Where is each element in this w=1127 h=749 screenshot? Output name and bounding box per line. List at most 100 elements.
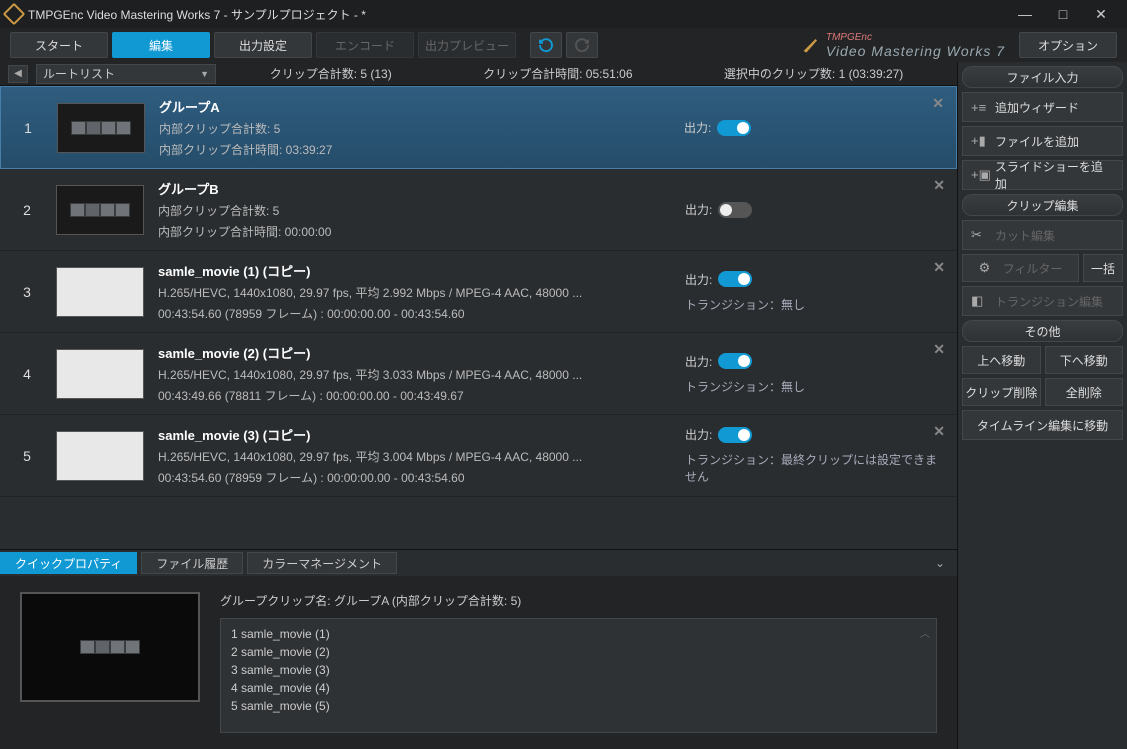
all-delete-button[interactable]: 全削除 (1045, 378, 1124, 406)
encode-tab: エンコード (316, 32, 414, 58)
section-clip-edit: クリップ編集 (962, 194, 1123, 216)
clip-list: 1グループA内部クリップ合計数: 5内部クリップ合計時間: 03:39:27出力… (0, 86, 957, 549)
brand-sub: TMPGEnc (826, 32, 1005, 43)
output-label: 出力: (685, 353, 712, 370)
clip-meta-1: H.265/HEVC, 1440x1080, 29.97 fps, 平均 3.0… (158, 366, 685, 383)
output-toggle[interactable] (718, 353, 752, 369)
output-toggle[interactable] (718, 427, 752, 443)
scroll-up-icon[interactable]: ︿ (920, 625, 930, 640)
output-label: 出力: (684, 119, 711, 136)
transition-edit-button: ◧トランジション編集 (962, 286, 1123, 316)
clip-meta-1: 内部クリップ合計数: 5 (158, 202, 685, 219)
section-other: その他 (962, 320, 1123, 342)
timeline-edit-button[interactable]: タイムライン編集に移動 (962, 410, 1123, 440)
detail-line: 1 samle_movie (1) (231, 625, 926, 643)
output-tab[interactable]: 出力設定 (214, 32, 312, 58)
move-up-button[interactable]: 上へ移動 (962, 346, 1041, 374)
section-file-input: ファイル入力 (962, 66, 1123, 88)
group-name-label: グループクリップ名: グループA (内部クリップ合計数: 5) (220, 592, 937, 610)
preview-thumbnail (20, 592, 200, 702)
details-box: ︿ 1 samle_movie (1)2 samle_movie (2)3 sa… (220, 618, 937, 733)
list-dropdown[interactable]: ルートリスト (36, 64, 216, 84)
selected-count: 選択中のクリップ数: 1 (03:39:27) (724, 65, 903, 82)
clip-row[interactable]: 4 samle_movie (2) (コピー) H.265/HEVC, 1440x1… (0, 333, 957, 415)
remove-clip-icon[interactable]: ✕ (932, 95, 944, 112)
batch-button[interactable]: 一括 (1083, 254, 1123, 282)
clip-meta-1: H.265/HEVC, 1440x1080, 29.97 fps, 平均 3.0… (158, 448, 685, 465)
clip-title: samle_movie (2) (コピー) (158, 343, 685, 362)
brand-name: Video Mastering Works 7 (826, 43, 1005, 59)
add-slideshow-button[interactable]: +▣スライドショーを追加 (962, 160, 1123, 190)
detail-line: 3 samle_movie (3) (231, 661, 926, 679)
output-toggle[interactable] (718, 271, 752, 287)
brand-icon (802, 36, 820, 54)
clip-title: samle_movie (3) (コピー) (158, 425, 685, 444)
remove-clip-icon[interactable]: ✕ (933, 259, 945, 276)
clip-count: クリップ合計数: 5 (13) (270, 65, 392, 82)
close-button[interactable]: ✕ (1091, 4, 1111, 24)
slideshow-icon: +▣ (971, 167, 991, 183)
preview-tab: 出力プレビュー (418, 32, 516, 58)
clip-title: グループB (158, 179, 685, 198)
tab-quick-property[interactable]: クイックプロパティ (0, 552, 137, 574)
add-file-button[interactable]: +▮ファイルを追加 (962, 126, 1123, 156)
clip-number: 4 (12, 366, 42, 382)
clip-meta-2: 00:43:49.66 (78811 フレーム) : 00:00:00.00 -… (158, 387, 685, 404)
group-thumbnail (56, 185, 144, 235)
tab-color-mgmt[interactable]: カラーマネージメント (247, 552, 397, 574)
filter-button: ⚙フィルター (962, 254, 1079, 282)
add-file-icon: +▮ (971, 133, 991, 149)
output-toggle[interactable] (717, 120, 751, 136)
transition-icon: ◧ (971, 293, 991, 309)
maximize-button[interactable]: □ (1053, 4, 1073, 24)
clip-number: 1 (13, 120, 43, 136)
wizard-icon: +≡ (971, 100, 991, 115)
clip-title: グループA (159, 97, 684, 116)
sidebar: ファイル入力 +≡追加ウィザード +▮ファイルを追加 +▣スライドショーを追加 … (957, 62, 1127, 749)
undo-button[interactable] (530, 32, 562, 58)
move-down-button[interactable]: 下へ移動 (1045, 346, 1124, 374)
stats-bar: ◀ ルートリスト クリップ合計数: 5 (13) クリップ合計時間: 05:51… (0, 62, 957, 86)
clip-number: 5 (12, 448, 42, 464)
remove-clip-icon[interactable]: ✕ (933, 341, 945, 358)
remove-clip-icon[interactable]: ✕ (933, 423, 945, 440)
transition-label: トランジション：最終クリップには設定できません (685, 451, 945, 485)
clip-delete-button[interactable]: クリップ削除 (962, 378, 1041, 406)
clip-thumbnail (56, 267, 144, 317)
output-label: 出力: (685, 271, 712, 288)
transition-label: トランジション：無し (685, 296, 805, 313)
gear-icon: ⚙ (979, 260, 999, 276)
clip-thumbnail (56, 431, 144, 481)
options-button[interactable]: オプション (1019, 32, 1117, 58)
cut-edit-button: ✂カット編集 (962, 220, 1123, 250)
clip-number: 2 (12, 202, 42, 218)
minimize-button[interactable]: — (1015, 4, 1035, 24)
clip-number: 3 (12, 284, 42, 300)
output-label: 出力: (685, 426, 712, 443)
clip-meta-2: 00:43:54.60 (78959 フレーム) : 00:00:00.00 -… (158, 305, 685, 322)
clip-row[interactable]: 3samle_movie (1) (コピー)H.265/HEVC, 1440x1… (0, 251, 957, 333)
add-wizard-button[interactable]: +≡追加ウィザード (962, 92, 1123, 122)
brand-logo: TMPGEnc Video Mastering Works 7 (802, 32, 1005, 59)
remove-clip-icon[interactable]: ✕ (933, 177, 945, 194)
clip-meta-2: 内部クリップ合計時間: 03:39:27 (159, 141, 684, 158)
bottom-panel: クイックプロパティ ファイル履歴 カラーマネージメント ⌄ グループクリップ名:… (0, 549, 957, 749)
panel-collapse-icon[interactable]: ⌄ (935, 556, 945, 570)
tab-file-history[interactable]: ファイル履歴 (141, 552, 243, 574)
group-thumbnail (57, 103, 145, 153)
edit-tab[interactable]: 編集 (112, 32, 210, 58)
scissors-icon: ✂ (971, 227, 991, 243)
clip-meta-1: H.265/HEVC, 1440x1080, 29.97 fps, 平均 2.9… (158, 284, 685, 301)
transition-label: トランジション：無し (685, 378, 805, 395)
nav-back-button[interactable]: ◀ (8, 65, 28, 83)
clip-thumbnail (56, 349, 144, 399)
clip-row[interactable]: 5 samle_movie (3) (コピー) H.265/HEVC, 1440x1… (0, 415, 957, 497)
start-tab[interactable]: スタート (10, 32, 108, 58)
clip-meta-2: 00:43:54.60 (78959 フレーム) : 00:00:00.00 -… (158, 469, 685, 486)
redo-button[interactable] (566, 32, 598, 58)
detail-line: 2 samle_movie (2) (231, 643, 926, 661)
output-toggle[interactable] (718, 202, 752, 218)
window-title: TMPGEnc Video Mastering Works 7 - サンプルプロ… (28, 6, 1015, 23)
clip-row[interactable]: 1グループA内部クリップ合計数: 5内部クリップ合計時間: 03:39:27出力… (0, 86, 957, 169)
clip-row[interactable]: 2グループB内部クリップ合計数: 5内部クリップ合計時間: 00:00:00出力… (0, 169, 957, 251)
